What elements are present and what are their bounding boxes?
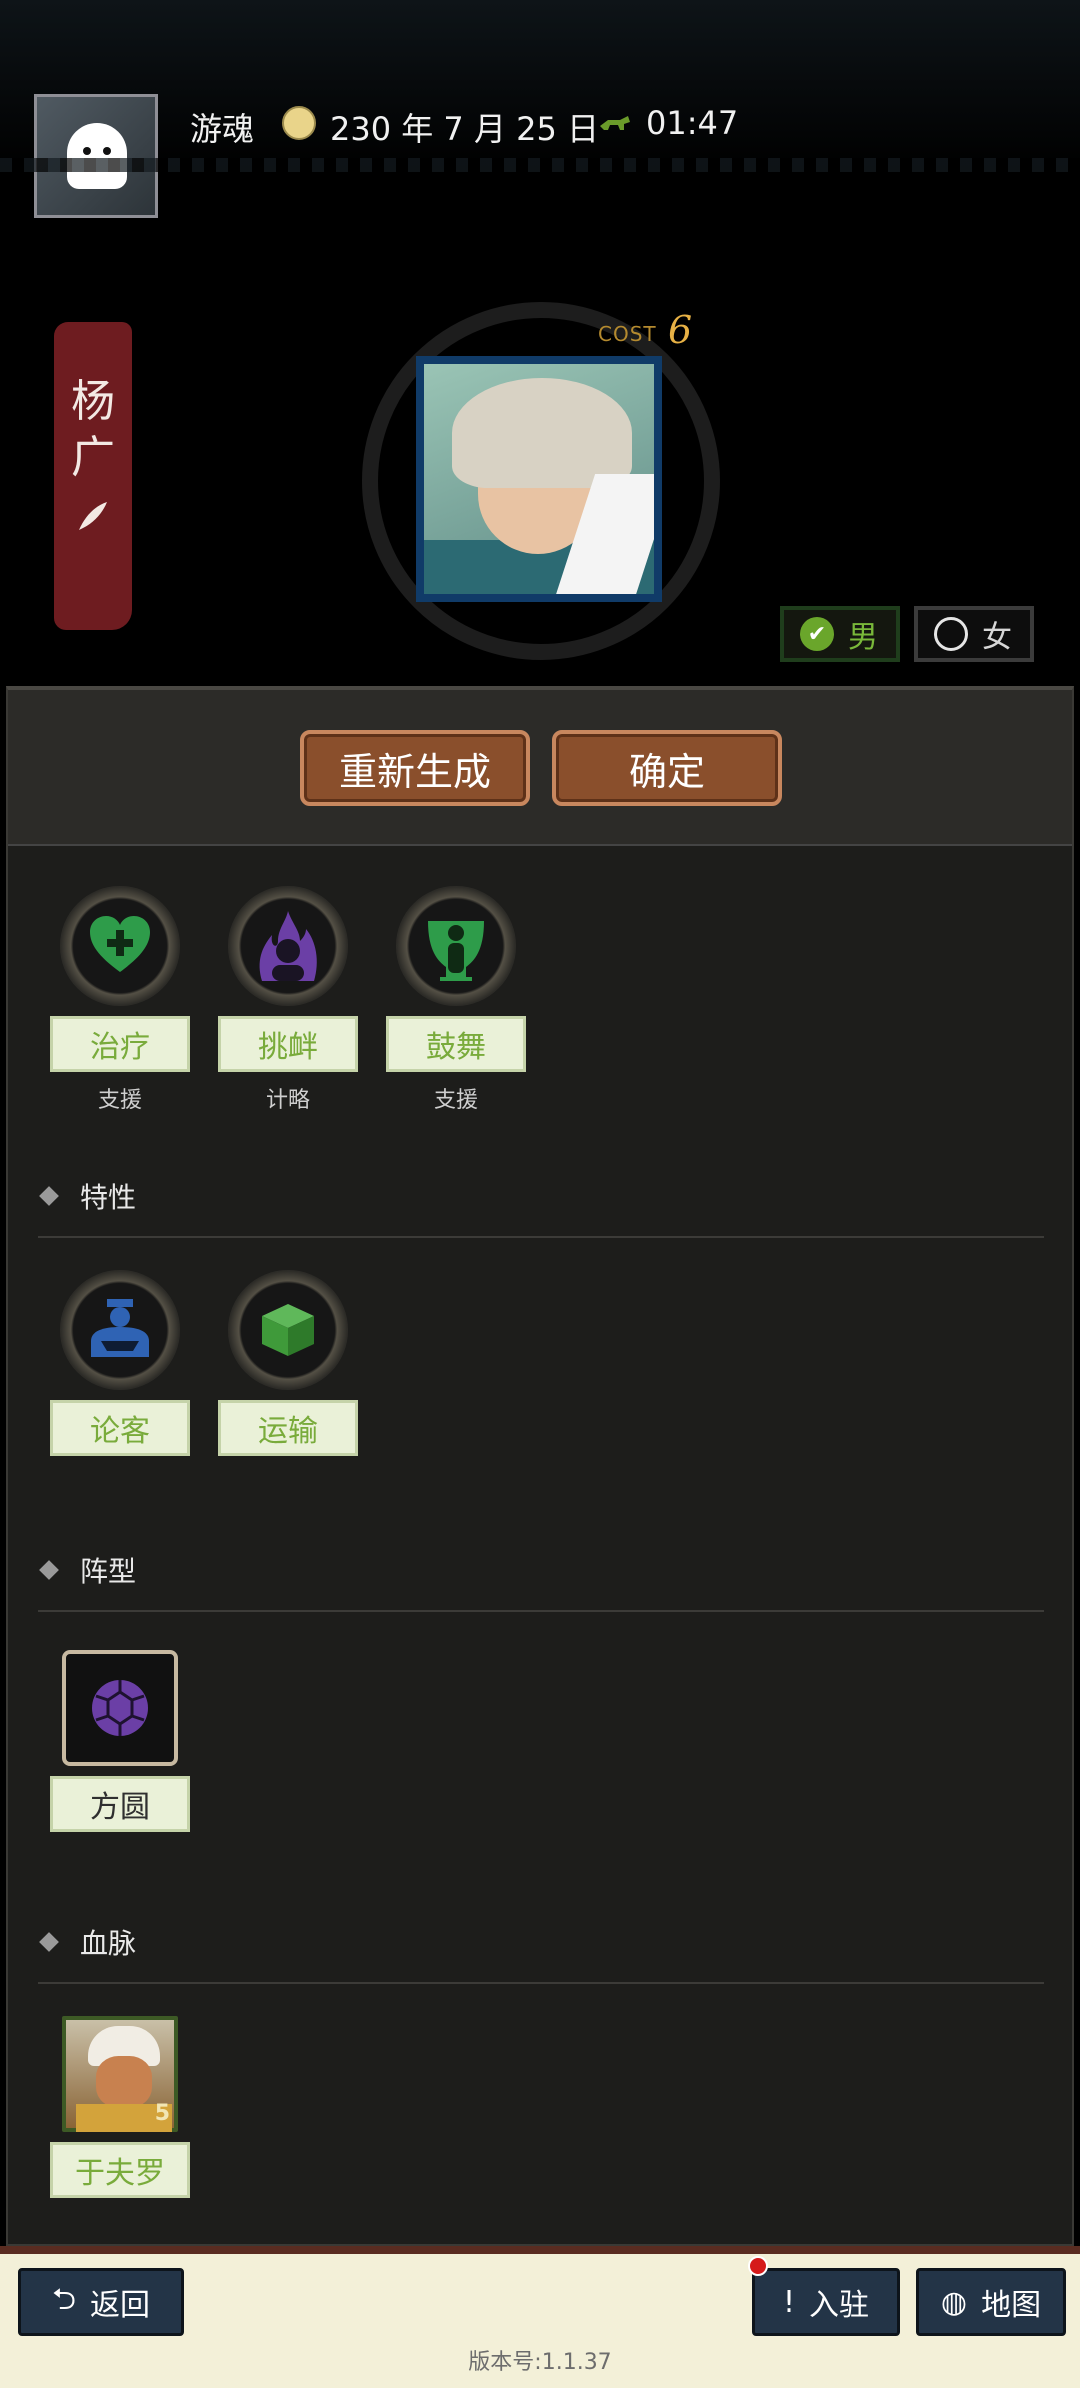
back-button[interactable]: ⮌ 返回 xyxy=(18,2268,184,2336)
regenerate-button[interactable]: 重新生成 xyxy=(300,730,530,806)
section-title: 阵型 xyxy=(80,1555,137,1588)
gender-male-option[interactable]: ✔ 男 xyxy=(780,606,900,662)
section-formation: 阵型 xyxy=(39,1550,137,1590)
version-text: 版本号:1.1.37 xyxy=(468,2350,612,2375)
player-name: 游魂 xyxy=(190,110,255,148)
return-arrow-icon: ⮌ xyxy=(51,2281,77,2317)
skill-item[interactable]: 挑衅 计略 xyxy=(218,886,358,1114)
horse-clock-icon xyxy=(600,116,630,130)
provoke-flame-icon xyxy=(228,886,348,1006)
trait-label: 运输 xyxy=(218,1400,358,1456)
bloodline-item[interactable]: 5 于夫罗 xyxy=(50,2016,190,2198)
game-date: 230 年 7 月 25 日 xyxy=(330,110,600,148)
trait-item[interactable]: 运输 xyxy=(218,1270,358,1456)
bloodline-label: 于夫罗 xyxy=(50,2142,190,2198)
detail-panel: 重新生成 确定 治疗 支援 挑衅 计略 鼓舞 支援 特性 论客 运输 阵型 方圆… xyxy=(6,686,1074,2246)
skill-label: 鼓舞 xyxy=(386,1016,526,1072)
check-icon: ✔ xyxy=(800,617,834,651)
debater-icon xyxy=(60,1270,180,1390)
section-traits: 特性 xyxy=(39,1176,137,1216)
section-divider xyxy=(38,1610,1044,1612)
trait-item[interactable]: 论客 xyxy=(50,1270,190,1456)
settle-button[interactable]: ! 入驻 xyxy=(752,2268,900,2336)
section-divider xyxy=(38,1982,1044,1984)
quill-edit-icon[interactable] xyxy=(75,498,111,534)
section-bloodline: 血脉 xyxy=(39,1922,137,1962)
bloodline-level: 5 xyxy=(154,2101,170,2126)
diamond-icon xyxy=(39,1560,59,1580)
name-char-2: 广 xyxy=(71,432,115,483)
gender-female-option[interactable]: 女 xyxy=(914,606,1034,662)
player-avatar[interactable] xyxy=(34,94,158,218)
skill-type: 计略 xyxy=(265,1088,310,1113)
back-label: 返回 xyxy=(90,2288,151,2323)
cost-value: 6 xyxy=(668,308,693,352)
notification-dot xyxy=(748,2256,768,2276)
diamond-icon xyxy=(39,1186,59,1206)
exclamation-icon: ! xyxy=(782,2284,796,2320)
radio-circle-icon xyxy=(934,617,968,651)
map-label: 地图 xyxy=(981,2288,1042,2323)
top-header: 游魂 230 年 7 月 25 日 01:47 杨 广 COST 6 ✔ 男 女 xyxy=(0,0,1080,680)
skill-type: 支援 xyxy=(97,1088,142,1113)
character-portrait[interactable] xyxy=(416,356,662,602)
formation-label: 方圆 xyxy=(50,1776,190,1832)
gender-female-label: 女 xyxy=(982,620,1012,655)
bloodline-portrait: 5 xyxy=(62,2016,178,2132)
map-button[interactable]: ◍ 地图 xyxy=(916,2268,1066,2336)
trait-label: 论客 xyxy=(50,1400,190,1456)
calendar-icon xyxy=(282,106,316,140)
character-name-banner[interactable]: 杨 广 xyxy=(54,322,132,630)
transport-box-icon xyxy=(228,1270,348,1390)
skill-item[interactable]: 鼓舞 支援 xyxy=(386,886,526,1114)
turtle-shell-icon xyxy=(62,1650,178,1766)
action-bar: 重新生成 确定 xyxy=(8,690,1072,846)
section-title: 特性 xyxy=(80,1181,137,1214)
confirm-button[interactable]: 确定 xyxy=(552,730,782,806)
header-divider xyxy=(0,158,1080,172)
ghost-icon xyxy=(67,123,127,189)
skill-type: 支援 xyxy=(433,1088,478,1113)
settle-label: 入驻 xyxy=(809,2288,870,2323)
formation-item[interactable]: 方圆 xyxy=(50,1650,190,1832)
game-time: 01:47 xyxy=(646,104,739,142)
skill-label: 挑衅 xyxy=(218,1016,358,1072)
skill-label: 治疗 xyxy=(50,1016,190,1072)
diamond-icon xyxy=(39,1932,59,1952)
inspire-person-icon xyxy=(396,886,516,1006)
heal-heart-icon xyxy=(60,886,180,1006)
globe-icon: ◍ xyxy=(940,2284,968,2320)
cost-label: COST xyxy=(598,322,657,346)
name-char-1: 杨 xyxy=(71,376,115,427)
section-divider xyxy=(38,1236,1044,1238)
skill-item[interactable]: 治疗 支援 xyxy=(50,886,190,1114)
section-title: 血脉 xyxy=(80,1927,137,1960)
gender-male-label: 男 xyxy=(848,620,878,655)
